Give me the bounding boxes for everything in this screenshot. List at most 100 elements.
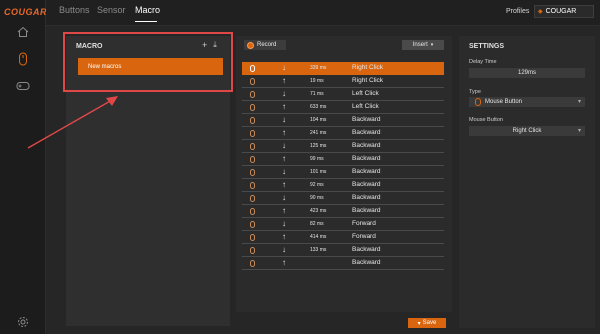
app-window: COUGAR Buttons Sensor Macro Profiles ◆ C…	[0, 0, 600, 334]
direction-arrow-icon: ↑	[282, 154, 286, 163]
table-row[interactable]: ↑ 99 ms Backward	[242, 153, 444, 166]
action-label: Backward	[352, 259, 381, 266]
mouse-icon	[250, 65, 255, 72]
chevron-down-icon: ▾	[577, 99, 581, 105]
mouse-icon	[475, 98, 481, 106]
save-button[interactable]: ▾ Save	[408, 318, 446, 328]
insert-button[interactable]: Insert ▾	[402, 40, 444, 50]
mouse-button-value: Right Click	[512, 128, 542, 134]
delay-value: 92 ms	[310, 182, 324, 188]
action-label: Backward	[352, 181, 381, 188]
mouse-icon	[250, 247, 255, 254]
table-row[interactable]: ↑ 414 ms Forward	[242, 231, 444, 244]
delay-value: 339 ms	[310, 65, 327, 71]
settings-gear-icon[interactable]	[15, 314, 31, 330]
table-row[interactable]: ↓ 125 ms Backward	[242, 140, 444, 153]
delay-time-input[interactable]: 129ms	[469, 68, 585, 78]
record-button[interactable]: Record	[244, 40, 286, 50]
mouse-icon	[250, 130, 255, 137]
table-row[interactable]: ↑ 423 ms Backward	[242, 205, 444, 218]
delay-value: 633 ms	[310, 104, 327, 110]
table-row[interactable]: ↓ 133 ms Backward	[242, 244, 444, 257]
direction-arrow-icon: ↑	[282, 232, 286, 241]
mouse-icon	[250, 117, 255, 124]
action-label: Right Click	[352, 77, 384, 84]
action-label: Forward	[352, 220, 376, 227]
macro-editor: Record Insert ▾ ↓ 339 ms Right Click ↑ 19 ms…	[236, 36, 452, 312]
action-label: Backward	[352, 129, 381, 136]
table-row[interactable]: ↑ 241 ms Backward	[242, 127, 444, 140]
direction-arrow-icon: ↓	[282, 219, 286, 228]
delay-value: 125 ms	[310, 143, 327, 149]
annotation-arrow-icon	[27, 96, 118, 149]
delay-value: 19 ms	[310, 78, 324, 84]
left-sidebar: COUGAR	[0, 0, 47, 334]
type-label: Type	[469, 89, 481, 95]
table-row[interactable]: ↓ 71 ms Left Click	[242, 88, 444, 101]
direction-arrow-icon: ↓	[282, 89, 286, 98]
active-tab-underline	[135, 21, 157, 22]
top-bar: Buttons Sensor Macro Profiles ◆ COUGAR	[46, 0, 600, 26]
delay-value: 71 ms	[310, 91, 324, 97]
action-label: Backward	[352, 168, 381, 175]
action-label: Backward	[352, 207, 381, 214]
table-row[interactable]: ↓ 90 ms Backward	[242, 192, 444, 205]
mouse-button-select[interactable]: Right Click ▾	[469, 126, 585, 136]
type-select-value: Mouse Button	[485, 99, 523, 105]
table-row[interactable]: ↓ 82 ms Forward	[242, 218, 444, 231]
table-row[interactable]: ↑ 19 ms Right Click	[242, 75, 444, 88]
table-row[interactable]: ↓ 104 ms Backward	[242, 114, 444, 127]
macro-event-list: ↓ 339 ms Right Click ↑ 19 ms Right Click ↓ 71 m…	[242, 62, 444, 270]
tab-buttons[interactable]: Buttons	[59, 5, 90, 15]
delay-value: 104 ms	[310, 117, 327, 123]
delay-value: 423 ms	[310, 208, 327, 214]
mouse-icon	[250, 260, 255, 267]
settings-title: SETTINGS	[469, 43, 505, 50]
profile-select[interactable]: ◆ COUGAR	[534, 5, 594, 18]
action-label: Backward	[352, 116, 381, 123]
mouse-icon	[250, 195, 255, 202]
action-label: Backward	[352, 155, 381, 162]
action-label: Forward	[352, 233, 376, 240]
direction-arrow-icon: ↓	[282, 115, 286, 124]
delay-value: 90 ms	[310, 195, 324, 201]
delay-value: 101 ms	[310, 169, 327, 175]
table-row[interactable]: ↓ 101 ms Backward	[242, 166, 444, 179]
action-label: Left Click	[352, 103, 379, 110]
direction-arrow-icon: ↑	[282, 180, 286, 189]
mouse-icon[interactable]	[15, 51, 31, 67]
table-row[interactable]: ↑ 92 ms Backward	[242, 179, 444, 192]
chevron-down-icon: ▾	[577, 128, 581, 134]
direction-arrow-icon: ↓	[282, 167, 286, 176]
type-select[interactable]: Mouse Button ▾	[469, 97, 585, 107]
delay-value: 133 ms	[310, 247, 327, 253]
action-label: Backward	[352, 194, 381, 201]
direction-arrow-icon: ↓	[282, 141, 286, 150]
direction-arrow-icon: ↑	[282, 128, 286, 137]
delay-value: 82 ms	[310, 221, 324, 227]
insert-button-label: Insert	[412, 42, 428, 48]
delay-value: 414 ms	[310, 234, 327, 240]
home-icon[interactable]	[15, 24, 31, 40]
profiles-label: Profiles	[506, 8, 530, 15]
table-row[interactable]: ↑ Backward	[242, 257, 444, 270]
delay-time-label: Delay Time	[469, 59, 497, 65]
chevron-down-icon: ▾	[430, 42, 434, 48]
mouse-icon	[250, 156, 255, 163]
direction-arrow-icon: ↓	[282, 193, 286, 202]
table-row[interactable]: ↑ 633 ms Left Click	[242, 101, 444, 114]
table-row[interactable]: ↓ 339 ms Right Click	[242, 62, 444, 75]
direction-arrow-icon: ↑	[282, 76, 286, 85]
tab-sensor[interactable]: Sensor	[97, 5, 126, 15]
mouse-icon	[250, 169, 255, 176]
delay-time-value: 129ms	[517, 70, 536, 76]
action-label: Right Click	[352, 64, 384, 71]
settings-panel: SETTINGS Delay Time 129ms Type Mouse But…	[459, 36, 595, 328]
direction-arrow-icon: ↑	[282, 206, 286, 215]
mouse-icon	[250, 78, 255, 85]
tab-macro[interactable]: Macro	[135, 5, 160, 15]
cougar-badge-icon: ◆	[538, 9, 543, 15]
action-label: Left Click	[352, 90, 379, 97]
direction-arrow-icon: ↑	[282, 102, 286, 111]
cougar-logo: COUGAR	[4, 7, 47, 17]
